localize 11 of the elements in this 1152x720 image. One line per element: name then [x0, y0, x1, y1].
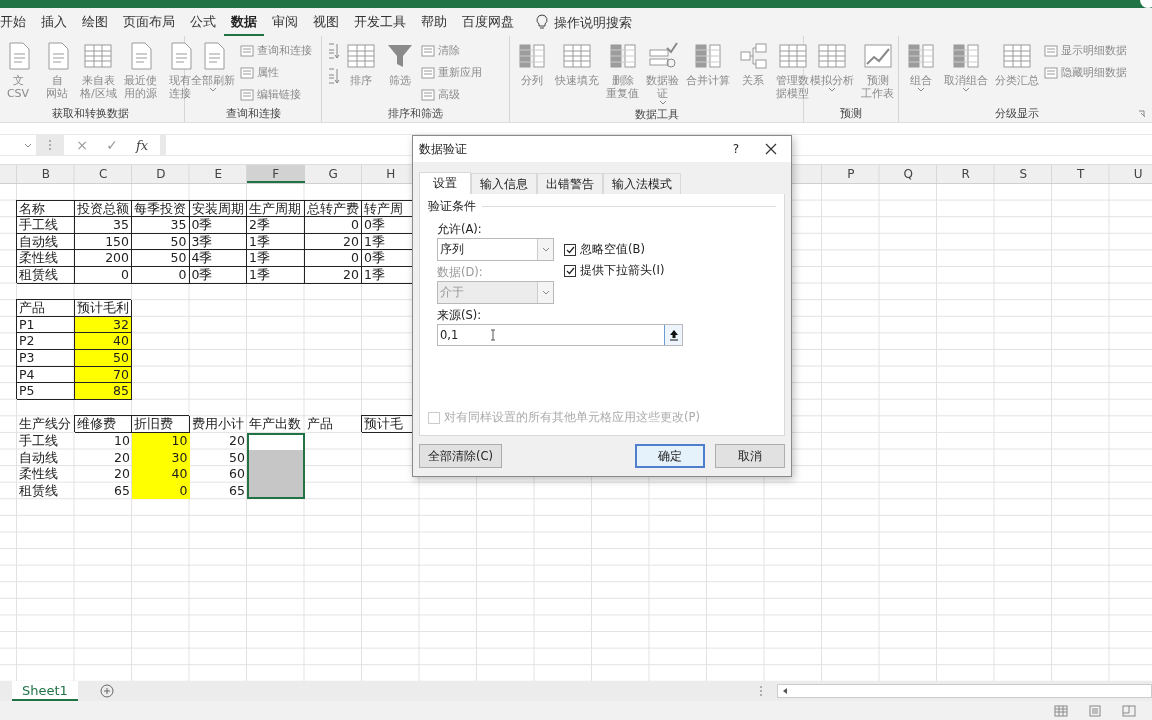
- dialog-title: 数据验证: [419, 141, 468, 157]
- group-label: 排序和筛选: [387, 106, 444, 122]
- group-label: 分级显示: [994, 106, 1040, 122]
- group-label: 数据工具: [633, 107, 680, 122]
- section-heading: 验证条件: [428, 198, 476, 214]
- group-label: 获取和转换数据: [50, 106, 130, 122]
- group-label: 查询和连接: [224, 106, 282, 122]
- field-label: 来源(S):: [436, 307, 483, 324]
- group-label: 预测: [839, 106, 863, 122]
- field-label: 数据(D):: [437, 264, 484, 281]
- field-label: 允许(A):: [437, 221, 483, 238]
